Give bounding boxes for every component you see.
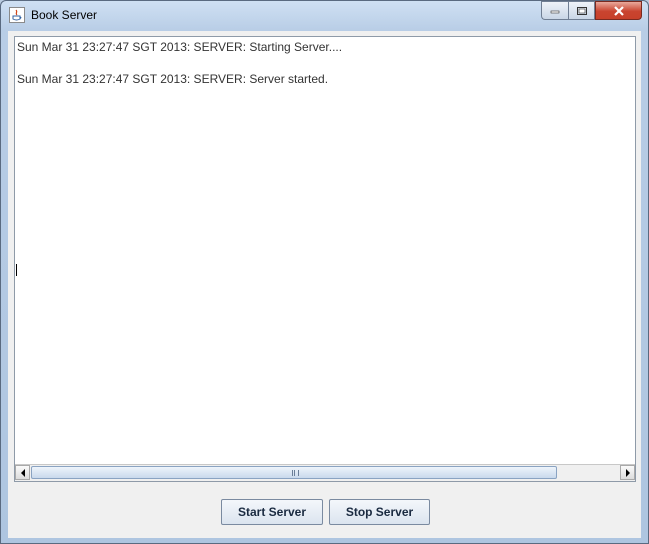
close-icon bbox=[613, 5, 624, 16]
client-area: Sun Mar 31 23:27:47 SGT 2013: SERVER: St… bbox=[8, 31, 641, 538]
log-line: Sun Mar 31 23:27:47 SGT 2013: SERVER: Se… bbox=[17, 72, 329, 86]
scrollbar-thumb[interactable] bbox=[31, 466, 557, 479]
arrow-left-icon bbox=[20, 468, 25, 477]
text-caret bbox=[16, 264, 17, 276]
scroll-left-button[interactable] bbox=[15, 465, 30, 480]
log-line: Sun Mar 31 23:27:47 SGT 2013: SERVER: St… bbox=[17, 40, 343, 54]
close-button[interactable] bbox=[595, 1, 642, 20]
minimize-button[interactable] bbox=[541, 1, 568, 20]
arrow-right-icon bbox=[625, 468, 630, 477]
log-textarea[interactable]: Sun Mar 31 23:27:47 SGT 2013: SERVER: St… bbox=[14, 36, 636, 482]
window-title: Book Server bbox=[31, 8, 98, 22]
maximize-button[interactable] bbox=[568, 1, 595, 20]
maximize-icon bbox=[576, 6, 587, 15]
stop-server-button[interactable]: Stop Server bbox=[329, 499, 430, 525]
title-bar[interactable]: Book Server bbox=[1, 1, 648, 31]
minimize-icon bbox=[550, 10, 560, 13]
java-app-icon bbox=[9, 7, 25, 23]
grip-icon bbox=[292, 470, 299, 476]
horizontal-scrollbar[interactable] bbox=[15, 464, 635, 481]
app-window: Book Server Sun Mar 31 23:27:47 SGT 2013… bbox=[0, 0, 649, 544]
start-server-button[interactable]: Start Server bbox=[221, 499, 323, 525]
scroll-right-button[interactable] bbox=[620, 465, 635, 480]
